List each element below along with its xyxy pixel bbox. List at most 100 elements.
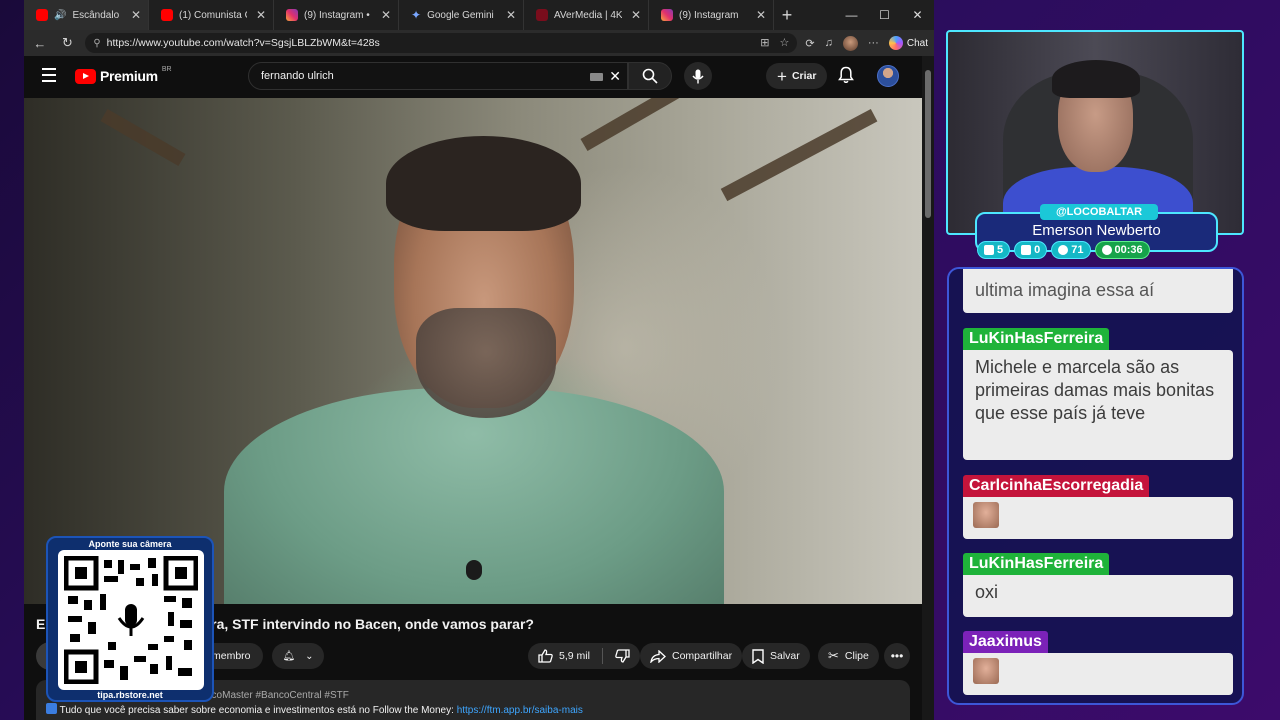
face-emote-icon xyxy=(973,658,999,684)
minimize-icon[interactable]: — xyxy=(835,0,868,30)
voice-search-button[interactable] xyxy=(684,62,712,90)
chat-panel[interactable]: ultima imagina essa aí LuKinHasFerreira … xyxy=(947,267,1244,705)
more-menu-icon[interactable]: ··· xyxy=(868,37,879,49)
streamer-hair xyxy=(1052,60,1140,98)
video-player[interactable] xyxy=(24,98,922,604)
ceiling-beam xyxy=(720,109,878,202)
chat-username: LuKinHasFerreira xyxy=(963,328,1110,350)
youtube-premium-logo[interactable]: Premium BR xyxy=(75,66,172,84)
plus-icon: + xyxy=(777,66,787,86)
search-input[interactable]: fernando ulrich ✕ xyxy=(248,62,628,90)
tab-gemini[interactable]: ✦ Google Gemini ✕ xyxy=(399,0,524,30)
close-tab-icon[interactable]: ✕ xyxy=(631,8,641,22)
close-tab-icon[interactable]: ✕ xyxy=(506,8,516,22)
thumbs-down-icon[interactable] xyxy=(615,649,630,663)
face-emote-icon xyxy=(973,502,999,528)
save-button[interactable]: Salvar xyxy=(742,643,810,669)
gemini-favicon-icon: ✦ xyxy=(411,8,422,22)
tab-instagram-messages[interactable]: (9) Instagram • Mensag ✕ xyxy=(274,0,399,30)
presenter-beard xyxy=(416,308,556,418)
close-window-icon[interactable]: ✕ xyxy=(901,0,934,30)
new-tab-button[interactable]: + xyxy=(774,5,800,26)
more-dots-icon: ••• xyxy=(890,649,904,663)
tab-instagram[interactable]: (9) Instagram ✕ xyxy=(649,0,774,30)
chat-count-badge: 5 xyxy=(977,241,1011,259)
clear-search-icon[interactable]: ✕ xyxy=(609,68,621,85)
share-button[interactable]: Compartilhar xyxy=(640,643,743,669)
search-icon xyxy=(642,68,658,84)
clip-label: Clipe xyxy=(844,650,869,662)
chat-message xyxy=(963,653,1233,695)
scrollbar-thumb[interactable] xyxy=(925,70,931,218)
more-actions-button[interactable]: ••• xyxy=(884,643,910,669)
keyboard-icon[interactable] xyxy=(590,73,603,81)
qr-caption-bottom: tipa.rbstore.net xyxy=(97,690,163,700)
like-button[interactable]: 5,9 mil xyxy=(538,649,590,663)
tab-label: (9) Instagram • Mensag xyxy=(304,9,372,21)
maximize-icon[interactable]: ☐ xyxy=(868,0,901,30)
create-button[interactable]: + Criar xyxy=(766,63,828,89)
streamer-handle: @LOCOBALTAR xyxy=(1040,204,1158,220)
extensions-icon[interactable]: ⟳ xyxy=(805,37,814,50)
search-button[interactable] xyxy=(628,62,672,90)
qr-pattern-icon xyxy=(63,555,199,685)
arrow-emoji-icon xyxy=(46,703,57,714)
url-field[interactable]: ⚲ https://www.youtube.com/watch?v=SgsjLB… xyxy=(85,33,798,53)
logo-text: Premium xyxy=(100,68,158,84)
notifications-button[interactable] xyxy=(838,66,854,89)
create-label: Criar xyxy=(791,70,817,82)
close-tab-icon[interactable]: ✕ xyxy=(256,8,266,22)
reload-icon[interactable]: ↻ xyxy=(58,35,78,51)
share-label: Compartilhar xyxy=(672,650,733,662)
description-link[interactable]: https://ftm.app.br/saiba-mais xyxy=(457,705,583,716)
viewer-count: 71 xyxy=(1071,244,1084,256)
tab-label: (9) Instagram xyxy=(679,9,739,21)
clip-button[interactable]: ✂ Clipe xyxy=(818,643,879,669)
video-count: 0 xyxy=(1034,244,1041,256)
save-label: Salvar xyxy=(770,650,800,662)
chat-label: Chat xyxy=(906,37,928,49)
close-tab-icon[interactable]: ✕ xyxy=(756,8,766,22)
chat-message: oxi xyxy=(963,575,1233,617)
instagram-favicon-icon xyxy=(661,9,673,21)
stream-stats: 5 0 71 00:36 xyxy=(977,241,1150,259)
chat-message: Michele e marcela são as primeiras damas… xyxy=(963,350,1233,460)
lapel-mic xyxy=(466,560,482,580)
menu-hamburger-icon[interactable] xyxy=(42,68,56,86)
user-avatar[interactable] xyxy=(877,65,899,87)
bell-icon: 🔔︎ xyxy=(282,650,296,662)
uptime-badge: 00:36 xyxy=(1094,241,1150,259)
chat-message-text: Michele e marcela são as primeiras damas… xyxy=(975,357,1215,423)
scissors-icon: ✂ xyxy=(828,648,839,663)
copilot-chat-button[interactable]: Chat xyxy=(888,36,928,50)
whatsapp-icon xyxy=(1101,245,1112,255)
tab-youtube-comunista[interactable]: (1) Comunista CHORA ✕ xyxy=(149,0,274,30)
bookmark-icon xyxy=(752,648,764,664)
ceiling-beam xyxy=(100,108,186,167)
tab-youtube-escandalo[interactable]: 🔊 Escândalo do Mas ✕ xyxy=(24,0,149,30)
qr-code xyxy=(58,550,204,690)
favorite-star-icon[interactable]: ☆ xyxy=(780,36,790,49)
subscription-bell-button[interactable]: 🔔︎ ⌄ xyxy=(272,643,324,669)
ceiling-beam xyxy=(580,98,709,152)
media-icon[interactable]: ♫ xyxy=(825,37,833,49)
close-tab-icon[interactable]: ✕ xyxy=(381,8,391,22)
tab-strip: 🔊 Escândalo do Mas ✕ (1) Comunista CHORA… xyxy=(24,0,934,30)
site-info-icon[interactable]: ⚲ xyxy=(93,38,100,49)
close-tab-icon[interactable]: ✕ xyxy=(131,8,141,22)
back-arrow-icon[interactable]: ← xyxy=(30,36,50,51)
youtube-play-icon xyxy=(75,68,96,84)
video-count-badge: 0 xyxy=(1014,241,1048,259)
qr-caption-top: Aponte sua câmera xyxy=(88,539,172,549)
url-text: https://www.youtube.com/watch?v=SgsjLBLZ… xyxy=(106,37,380,49)
address-bar: ← ↻ ⚲ https://www.youtube.com/watch?v=Sg… xyxy=(24,30,934,56)
youtube-favicon-icon xyxy=(36,9,48,21)
chat-message xyxy=(963,497,1233,539)
description-text: Tudo que você precisa saber sobre econom… xyxy=(59,705,454,716)
apps-icon[interactable]: ⊞ xyxy=(760,36,769,49)
page-scrollbar[interactable] xyxy=(922,56,934,720)
profile-avatar[interactable] xyxy=(842,35,858,51)
speaker-icon[interactable]: 🔊 xyxy=(54,10,66,21)
chat-username: Jaaximus xyxy=(963,631,1048,653)
tab-avermedia[interactable]: AVerMedia | 4K HDMI ✕ xyxy=(524,0,649,30)
